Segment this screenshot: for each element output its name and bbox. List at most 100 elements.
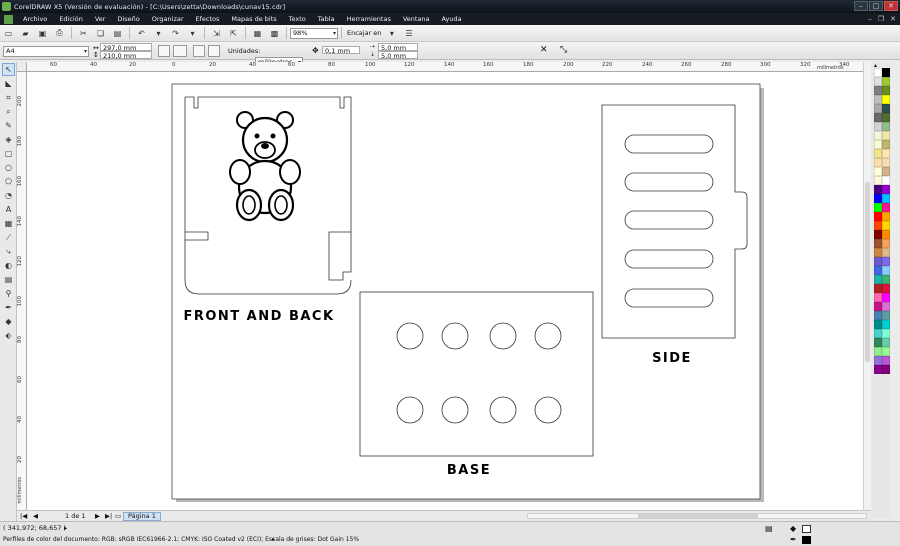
palette-swatch[interactable] <box>874 131 882 140</box>
redo-dropdown-icon[interactable]: ▾ <box>186 27 199 40</box>
palette-swatch[interactable] <box>874 140 882 149</box>
palette-swatch[interactable] <box>874 176 882 185</box>
palette-swatch[interactable] <box>874 275 882 284</box>
application-launcher-icon[interactable]: ▦ <box>251 27 264 40</box>
portrait-button[interactable] <box>158 45 170 57</box>
treat-as-filled-icon[interactable]: ✕ <box>540 45 548 55</box>
menu-organizar[interactable]: Organizar <box>146 15 190 23</box>
palette-swatch[interactable] <box>874 86 882 95</box>
next-page-icon[interactable]: ▶ <box>95 512 100 520</box>
doc-restore-button[interactable]: ❐ <box>878 15 884 23</box>
basic-shapes-tool-icon[interactable]: ◔ <box>2 189 15 202</box>
print-icon[interactable]: ⎙ <box>53 27 66 40</box>
minimize-button[interactable]: – <box>854 1 868 11</box>
palette-swatch[interactable] <box>882 212 890 221</box>
palette-swatch[interactable] <box>874 266 882 275</box>
menu-ventana[interactable]: Ventana <box>397 15 436 23</box>
palette-swatch[interactable] <box>874 68 882 77</box>
new-document-icon[interactable]: ▭ <box>2 27 15 40</box>
smart-fill-tool-icon[interactable]: ◈ <box>2 133 15 146</box>
eyedropper-tool-icon[interactable]: ⚲ <box>2 287 15 300</box>
palette-swatch[interactable] <box>874 122 882 131</box>
palette-swatch[interactable] <box>882 293 890 302</box>
color-profile-info[interactable]: Perfiles de color del documento: RGB: sR… <box>3 536 359 543</box>
undo-dropdown-icon[interactable]: ▾ <box>152 27 165 40</box>
nudge-distance-input[interactable]: 0,1 mm <box>322 46 360 55</box>
palette-swatch[interactable] <box>882 320 890 329</box>
status-arrow-icon[interactable]: ▸ <box>272 536 275 543</box>
snap-dropdown-icon[interactable]: ▾ <box>385 27 398 40</box>
fill-swatch-none[interactable] <box>802 525 811 533</box>
label-front-and-back[interactable]: FRONT AND BACK <box>183 309 334 324</box>
palette-swatch[interactable] <box>874 320 882 329</box>
palette-swatch[interactable] <box>882 203 890 212</box>
rectangle-tool-icon[interactable]: ▢ <box>2 147 15 160</box>
text-tool-icon[interactable]: A <box>2 203 15 216</box>
crop-tool-icon[interactable]: ⌗ <box>2 91 15 104</box>
ruler-origin[interactable] <box>17 62 27 72</box>
menu-edicion[interactable]: Edición <box>53 15 89 23</box>
menu-efectos[interactable]: Efectos <box>190 15 226 23</box>
palette-swatch[interactable] <box>882 221 890 230</box>
menu-archivo[interactable]: Archivo <box>17 15 53 23</box>
menu-diseno[interactable]: Diseño <box>111 15 145 23</box>
page-height-input[interactable]: 210,0 mm <box>100 51 152 60</box>
palette-swatch[interactable] <box>874 356 882 365</box>
interactive-fill-tool-icon[interactable]: ⬖ <box>2 329 15 342</box>
palette-swatch[interactable] <box>874 302 882 311</box>
palette-swatch[interactable] <box>882 113 890 122</box>
palette-swatch[interactable] <box>882 230 890 239</box>
palette-swatch[interactable] <box>882 176 890 185</box>
palette-swatch[interactable] <box>882 329 890 338</box>
blend-tool-icon[interactable]: ◐ <box>2 259 15 272</box>
palette-swatch[interactable] <box>874 284 882 293</box>
horizontal-scroll-thumb[interactable] <box>638 514 758 518</box>
palette-swatch[interactable] <box>874 77 882 86</box>
palette-swatch[interactable] <box>882 149 890 158</box>
doc-close-button[interactable]: ✕ <box>890 15 896 23</box>
palette-swatch[interactable] <box>882 185 890 194</box>
palette-swatch[interactable] <box>874 212 882 221</box>
landscape-button[interactable] <box>173 45 187 57</box>
snap-to-button[interactable]: Encajar en <box>347 29 381 37</box>
last-page-icon[interactable]: ▶| <box>105 512 112 520</box>
palette-swatch[interactable] <box>882 266 890 275</box>
color-management-icon[interactable]: ▤ <box>765 524 773 533</box>
palette-swatch[interactable] <box>882 68 890 77</box>
palette-swatch[interactable] <box>874 104 882 113</box>
close-button[interactable]: ✕ <box>884 1 898 11</box>
shape-tool-icon[interactable]: ◣ <box>2 77 15 90</box>
palette-swatch[interactable] <box>874 185 882 194</box>
palette-swatch[interactable] <box>874 248 882 257</box>
palette-swatch[interactable] <box>874 293 882 302</box>
palette-swatch[interactable] <box>882 257 890 266</box>
menu-herramientas[interactable]: Herramientas <box>341 15 397 23</box>
outline-swatch-black[interactable] <box>802 536 811 544</box>
vertical-ruler[interactable]: 200 180 160 140 120 100 80 60 40 20 milí… <box>17 72 27 510</box>
paper-size-select[interactable]: A4 ▾ <box>3 46 89 57</box>
open-folder-icon[interactable]: ▰ <box>19 27 32 40</box>
palette-swatch[interactable] <box>874 95 882 104</box>
export-icon[interactable]: ⇱ <box>227 27 240 40</box>
palette-swatch[interactable] <box>874 113 882 122</box>
palette-swatch[interactable] <box>882 167 890 176</box>
duplicate-x-input[interactable]: 5,0 mm <box>378 43 418 52</box>
fill-tool-icon[interactable]: ◆ <box>2 315 15 328</box>
palette-swatch[interactable] <box>882 302 890 311</box>
status-arrow-icon[interactable]: ▸ <box>64 524 67 532</box>
palette-swatch[interactable] <box>882 131 890 140</box>
palette-swatch[interactable] <box>882 365 890 374</box>
welcome-screen-icon[interactable]: ▩ <box>268 27 281 40</box>
save-icon[interactable]: ▣ <box>36 27 49 40</box>
palette-swatch[interactable] <box>874 365 882 374</box>
menu-ayuda[interactable]: Ayuda <box>436 15 468 23</box>
palette-swatch[interactable] <box>882 356 890 365</box>
page-tab[interactable]: Página 1 <box>123 512 161 521</box>
palette-swatch[interactable] <box>874 347 882 356</box>
page-width-input[interactable]: 297,0 mm <box>100 43 152 52</box>
palette-swatch[interactable] <box>882 311 890 320</box>
paste-icon[interactable]: ▤ <box>111 27 124 40</box>
palette-swatch[interactable] <box>882 338 890 347</box>
palette-swatch[interactable] <box>874 257 882 266</box>
palette-swatch[interactable] <box>882 104 890 113</box>
